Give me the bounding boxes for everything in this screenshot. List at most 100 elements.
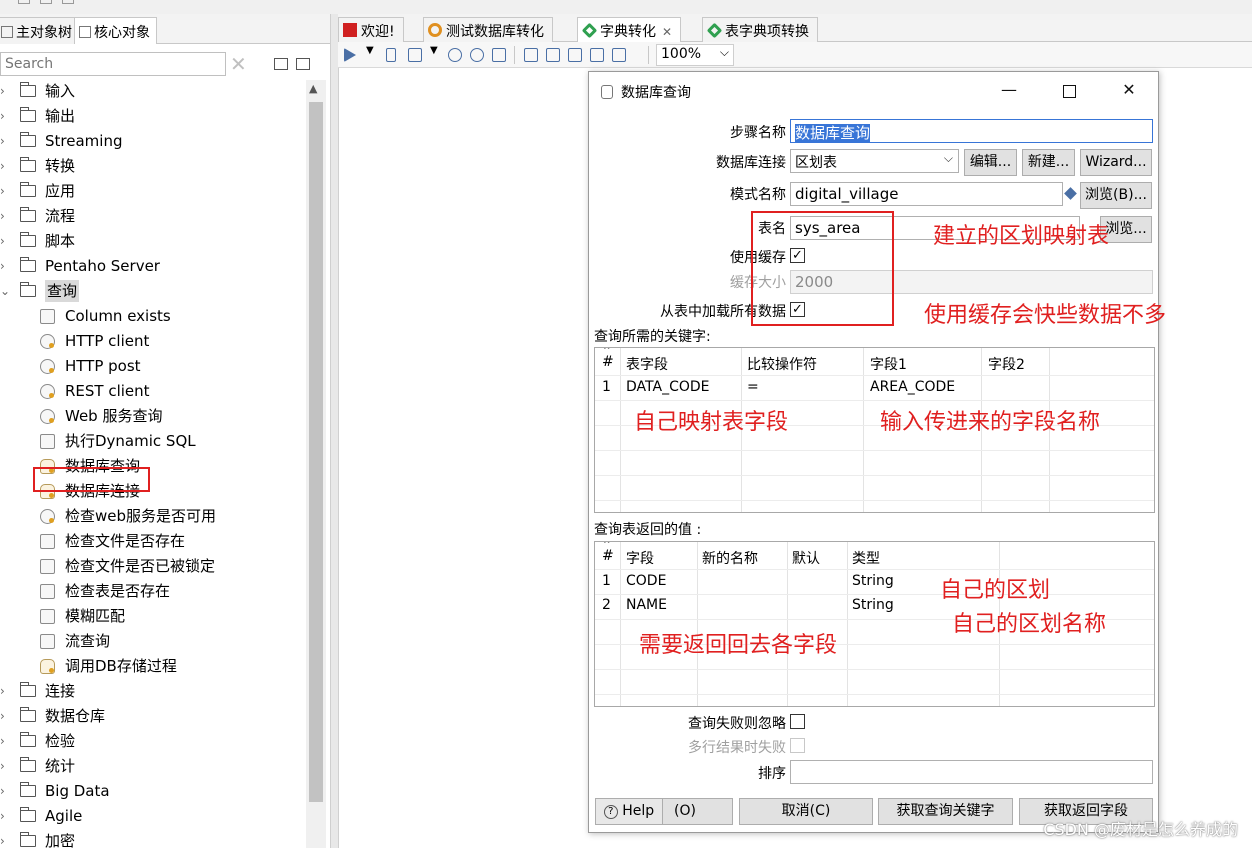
- tree-category-item[interactable]: › 统计: [0, 755, 306, 780]
- chevron-right-icon[interactable]: ›: [0, 230, 10, 252]
- tree-step-item[interactable]: REST client: [0, 380, 306, 405]
- scroll-up-icon[interactable]: ▲: [309, 82, 317, 95]
- tree-step-item[interactable]: HTTP client: [0, 330, 306, 355]
- chevron-right-icon[interactable]: ›: [0, 780, 10, 802]
- step-name-input[interactable]: 数据库查询: [790, 119, 1153, 143]
- tree-step-item[interactable]: 检查文件是否存在: [0, 530, 306, 555]
- maximize-button[interactable]: [1049, 76, 1089, 104]
- tree-step-item[interactable]: 检查web服务是否可用: [0, 505, 306, 530]
- tab-test-db-transform[interactable]: 测试数据库转化: [423, 17, 553, 42]
- help-button[interactable]: ? Help: [595, 798, 663, 825]
- edit-connection-button[interactable]: 编辑...: [964, 149, 1017, 176]
- chevron-right-icon[interactable]: ›: [0, 155, 10, 177]
- cancel-button[interactable]: 取消(C): [739, 798, 873, 825]
- tree-step-item[interactable]: Column exists: [0, 305, 306, 330]
- column-header[interactable]: 新的名称: [702, 548, 758, 568]
- run-dropdown-icon[interactable]: ▼: [366, 45, 374, 56]
- pause-icon[interactable]: [386, 48, 396, 62]
- collapse-all-icon[interactable]: [274, 58, 288, 70]
- table-cell[interactable]: CODE: [626, 573, 666, 589]
- chevron-right-icon[interactable]: ›: [0, 255, 10, 277]
- tree-category-item[interactable]: › Big Data: [0, 780, 306, 805]
- column-header[interactable]: 比较操作符: [747, 354, 817, 374]
- explore-db-icon[interactable]: [590, 48, 604, 62]
- close-icon[interactable]: ✕: [662, 25, 672, 39]
- search-input[interactable]: [0, 52, 226, 76]
- save-icon[interactable]: [40, 0, 52, 4]
- column-header[interactable]: 字段2: [988, 354, 1025, 374]
- tree-category-item[interactable]: › 应用: [0, 180, 306, 205]
- preview-icon[interactable]: [448, 48, 462, 62]
- tree-category-item[interactable]: › Pentaho Server: [0, 255, 306, 280]
- fail-ignore-checkbox[interactable]: [790, 714, 805, 729]
- tree-category-item[interactable]: › Agile: [0, 805, 306, 830]
- stop-icon[interactable]: [408, 48, 422, 62]
- chevron-right-icon[interactable]: ›: [0, 830, 10, 848]
- tree-category-item[interactable]: › Streaming: [0, 130, 306, 155]
- save-all-icon[interactable]: [62, 0, 74, 4]
- table-cell[interactable]: String: [852, 573, 894, 589]
- tree-scrollbar[interactable]: ▲: [306, 80, 326, 848]
- sql-icon[interactable]: [568, 48, 582, 62]
- chevron-right-icon[interactable]: ›: [0, 730, 10, 752]
- tree-category-item[interactable]: › 数据仓库: [0, 705, 306, 730]
- tree-category-item[interactable]: › 流程: [0, 205, 306, 230]
- order-input[interactable]: [790, 760, 1153, 784]
- tree-step-item[interactable]: 执行Dynamic SQL: [0, 430, 306, 455]
- tree-step-item[interactable]: 调用DB存储过程: [0, 655, 306, 680]
- column-header[interactable]: 表字段: [626, 354, 668, 374]
- chevron-right-icon[interactable]: ›: [0, 680, 10, 702]
- tree-category-item[interactable]: › 输出: [0, 105, 306, 130]
- scrollbar-thumb[interactable]: [309, 102, 323, 802]
- tree-category-item[interactable]: › 加密: [0, 830, 306, 848]
- tab-welcome[interactable]: 欢迎!: [338, 17, 404, 42]
- new-connection-button[interactable]: 新建...: [1022, 149, 1075, 176]
- replay-icon[interactable]: [492, 48, 506, 62]
- column-header[interactable]: #: [602, 354, 614, 370]
- chevron-right-icon[interactable]: ›: [0, 755, 10, 777]
- tree-step-item[interactable]: 检查文件是否已被锁定: [0, 555, 306, 580]
- minimize-button[interactable]: —: [989, 76, 1029, 104]
- stop-dropdown-icon[interactable]: ▼: [430, 45, 438, 56]
- chevron-down-icon[interactable]: ⌄: [0, 280, 10, 302]
- chevron-right-icon[interactable]: ›: [0, 180, 10, 202]
- close-button[interactable]: ✕: [1109, 76, 1149, 104]
- column-header[interactable]: 字段1: [870, 354, 907, 374]
- wizard-button[interactable]: Wizard...: [1080, 149, 1152, 176]
- tree-category-item[interactable]: › 脚本: [0, 230, 306, 255]
- chevron-right-icon[interactable]: ›: [0, 805, 10, 827]
- run-icon[interactable]: [344, 48, 356, 62]
- browse-schema-button[interactable]: 浏览(B)...: [1080, 182, 1152, 209]
- tree-category-item[interactable]: › 连接: [0, 680, 306, 705]
- tab-dict-transform[interactable]: 字典转化 ✕: [577, 17, 682, 42]
- table-cell[interactable]: NAME: [626, 597, 667, 613]
- column-header[interactable]: 默认: [792, 548, 820, 568]
- tab-table-dict-transform[interactable]: 表字典项转换: [702, 17, 818, 42]
- tree-step-item[interactable]: HTTP post: [0, 355, 306, 380]
- panel-divider[interactable]: [330, 14, 338, 848]
- tree-step-item[interactable]: 检查表是否存在: [0, 580, 306, 605]
- tree-category-item[interactable]: › 转换: [0, 155, 306, 180]
- column-header[interactable]: #: [602, 548, 614, 564]
- chevron-right-icon[interactable]: ›: [0, 205, 10, 227]
- debug-icon[interactable]: [470, 48, 484, 62]
- multi-fail-checkbox[interactable]: [790, 738, 805, 753]
- tree-category-item[interactable]: › 输入: [0, 80, 306, 105]
- expand-all-icon[interactable]: [296, 58, 310, 70]
- db-connection-select[interactable]: 区划表 ⌵: [790, 149, 959, 173]
- zoom-select[interactable]: 100% ⌵: [656, 44, 734, 66]
- get-lookup-keys-button[interactable]: 获取查询关键字: [878, 798, 1013, 825]
- column-header[interactable]: 字段: [626, 548, 654, 568]
- menu-icon[interactable]: [18, 0, 30, 4]
- tab-main-object-tree[interactable]: 主对象树: [0, 17, 79, 44]
- schema-input[interactable]: digital_village: [790, 182, 1063, 206]
- table-cell[interactable]: =: [747, 379, 759, 395]
- table-cell[interactable]: DATA_CODE: [626, 379, 710, 395]
- chevron-right-icon[interactable]: ›: [0, 80, 10, 102]
- tree-step-item[interactable]: Web 服务查询: [0, 405, 306, 430]
- clear-icon[interactable]: ✕: [230, 52, 247, 76]
- tree-category-item[interactable]: ⌄ 查询: [0, 280, 306, 305]
- chevron-right-icon[interactable]: ›: [0, 105, 10, 127]
- table-cell[interactable]: AREA_CODE: [870, 379, 955, 395]
- tree-step-item[interactable]: 模糊匹配: [0, 605, 306, 630]
